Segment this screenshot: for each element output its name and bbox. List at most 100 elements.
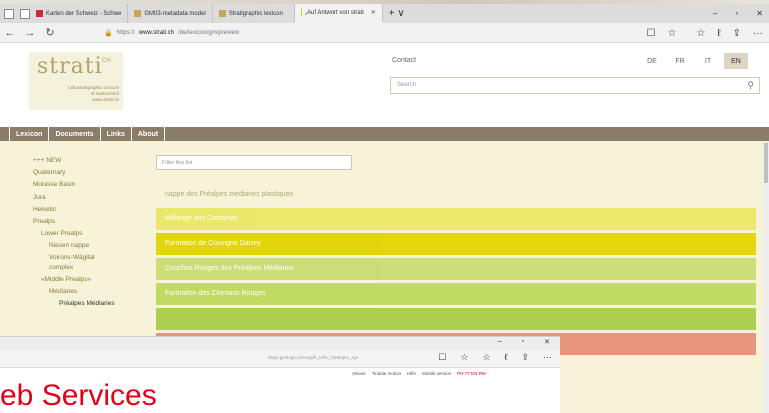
more-icon[interactable]: ··· (753, 28, 763, 39)
favorite-star-icon[interactable]: ☆ (667, 28, 676, 39)
browser-tab-bar: Karten der Schweiz - Schwe GM03-metadata… (0, 4, 769, 23)
second-window-url[interactable]: idsps.geologie.ch/ungeb_to/ht_ht2Mapm_sy… (268, 355, 358, 360)
url-domain: www.strati.ch (138, 29, 175, 36)
swiss-flag-icon (36, 10, 43, 17)
lang-en[interactable]: EN (724, 53, 748, 69)
minimize-icon[interactable]: – (713, 9, 717, 18)
site-header: strati CH Lithostratigraphic Lexicon of … (0, 44, 769, 127)
site-link[interactable]: PH-77 EN RM (457, 371, 486, 376)
close-icon[interactable]: ✕ (544, 338, 550, 346)
page-scrollbar[interactable] (763, 141, 769, 413)
favorite-star-icon[interactable]: ☆ (460, 352, 468, 363)
page-favicon (134, 10, 142, 17)
sidebar-item[interactable]: Lower Prealps (33, 228, 143, 240)
reading-view-icon[interactable]: ☐ (646, 28, 655, 39)
more-icon[interactable]: ··· (543, 352, 552, 363)
sidebar-item[interactable]: «Middle Prealps» (33, 274, 143, 286)
search-icon[interactable]: ⚲ (747, 80, 754, 91)
logo-word: strati (37, 54, 103, 79)
tab-label: „Auf Antwort von strati (305, 9, 364, 16)
lang-it[interactable]: IT (696, 53, 720, 69)
sidebar-item[interactable]: Voirons-Wägital (33, 253, 143, 262)
tab-preview-icon[interactable] (20, 8, 30, 19)
maximize-icon[interactable]: ▫ (735, 9, 738, 18)
address-toolbar: ☐ ☆ ☆ ℓ ⇪ ··· (646, 23, 763, 43)
logo-subtitle: Lithostratigraphic Lexicon of Switzerlan… (68, 85, 119, 103)
lang-fr[interactable]: FR (668, 53, 692, 69)
second-window-controls: – ▫ ✕ (498, 338, 550, 346)
logo-superscript: CH (102, 58, 111, 64)
search-input[interactable]: Search ⚲ (390, 77, 760, 94)
sidebar-item[interactable]: Helvetic (33, 204, 143, 216)
sidebar-item[interactable]: Médianes (33, 286, 143, 298)
address-bar: ← → ↻ 🔒 https://www.strati.ch/de/lexicon… (0, 23, 769, 43)
search-placeholder: Search (397, 82, 417, 88)
reading-view-icon[interactable]: ☐ (438, 352, 446, 363)
unit-entry[interactable]: Formation de Couvigne Darrey (156, 233, 756, 255)
url-prefix: https:// (116, 29, 135, 36)
refresh-icon[interactable]: ↻ (40, 26, 60, 39)
pen-icon[interactable]: ℓ (505, 352, 508, 363)
page-favicon (300, 9, 303, 16)
unit-entry[interactable]: Couches Rouges des Préalpes Médianes (156, 258, 756, 280)
tab-stratigraphic-lexicon[interactable]: Stratigraphic lexicon (213, 4, 295, 23)
nav-about[interactable]: About (130, 127, 166, 141)
unit-entry[interactable]: Formation des Chenaux Rouges (156, 283, 756, 305)
pen-icon[interactable]: ℓ (717, 28, 720, 39)
url-path: /de/lexicon/gm/preview (178, 29, 240, 36)
url-field[interactable]: 🔒 https://www.strati.ch/de/lexicon/gm/pr… (104, 29, 239, 37)
page-favicon (218, 10, 226, 17)
nav-lexicon[interactable]: Lexicon (9, 127, 50, 141)
share-icon[interactable]: ⇪ (521, 352, 529, 363)
second-window-toolbar: ☐ ☆ ☆ ℓ ⇪ ··· (438, 352, 552, 363)
minimize-icon[interactable]: – (498, 338, 502, 346)
unit-entry[interactable] (156, 308, 756, 330)
page-title: eb Services (0, 379, 157, 412)
new-tab-button[interactable]: + ∨ (383, 8, 411, 19)
tab-label: Karten der Schweiz - Schwe (46, 10, 122, 17)
close-icon[interactable]: ✕ (756, 9, 763, 18)
second-window-site-links: Viewer Tindale motion Hilfe Mobile versi… (352, 371, 486, 376)
contact-link[interactable]: Contact (392, 57, 416, 64)
second-window-address-bar: idsps.geologie.ch/ungeb_to/ht_ht2Mapm_sy… (0, 350, 560, 368)
tab-karten[interactable]: Karten der Schweiz - Schwe (30, 4, 129, 23)
language-switcher: DE FR IT EN (640, 53, 752, 69)
site-link[interactable]: Viewer (352, 371, 366, 376)
tab-label: Stratigraphic lexicon (228, 10, 283, 17)
list-heading: nappe des Préalpes médianes plastiques (165, 191, 294, 198)
site-link[interactable]: Mobile version (422, 371, 451, 376)
strati-logo[interactable]: strati CH Lithostratigraphic Lexicon of … (29, 52, 123, 110)
maximize-icon[interactable]: ▫ (522, 338, 524, 346)
main-navigation: Lexicon Documents Links About (0, 127, 769, 141)
sidebar-tree: +++ NEW Quaternary Molasse Basin Jura He… (33, 155, 143, 310)
site-link[interactable]: Hilfe (407, 371, 416, 376)
favorites-hub-icon[interactable]: ☆ (696, 28, 705, 39)
second-window-tab-bar: – ▫ ✕ (0, 337, 560, 350)
sidebar-item[interactable]: Quaternary (33, 167, 143, 179)
sidebar-item[interactable]: Niesen nappe (33, 240, 143, 252)
nav-documents[interactable]: Documents (48, 127, 101, 141)
close-icon[interactable]: ✕ (371, 9, 376, 16)
tab-active-strati[interactable]: „Auf Antwort von strati ✕ (294, 4, 383, 23)
second-browser-window: – ▫ ✕ idsps.geologie.ch/ungeb_to/ht_ht2M… (0, 336, 560, 413)
browser-menu-icon[interactable] (4, 8, 14, 19)
nav-links[interactable]: Links (99, 127, 132, 141)
favorites-hub-icon[interactable]: ☆ (482, 352, 490, 363)
sidebar-item-selected[interactable]: Préalpes Médianes (33, 298, 143, 310)
filter-input[interactable]: Filter this list (156, 155, 352, 170)
lang-de[interactable]: DE (640, 53, 664, 69)
sidebar-item[interactable]: Molasse Basin (33, 179, 143, 191)
site-link[interactable]: Tindale motion (372, 371, 401, 376)
window-controls: – ▫ ✕ (713, 4, 763, 23)
sidebar-item[interactable]: +++ NEW (33, 155, 143, 167)
forward-icon[interactable]: → (20, 27, 40, 39)
sidebar-item[interactable]: Prealps (33, 216, 143, 228)
sidebar-item[interactable]: Jura (33, 192, 143, 204)
scrollbar-thumb[interactable] (764, 143, 768, 183)
share-icon[interactable]: ⇪ (733, 28, 741, 39)
lock-icon: 🔒 (104, 29, 113, 37)
back-icon[interactable]: ← (0, 27, 20, 39)
sidebar-item[interactable]: complex (33, 262, 143, 274)
unit-entry[interactable]: Mélange des Cosbyses (156, 208, 756, 230)
tab-gm03[interactable]: GM03-metadata model (128, 4, 213, 23)
